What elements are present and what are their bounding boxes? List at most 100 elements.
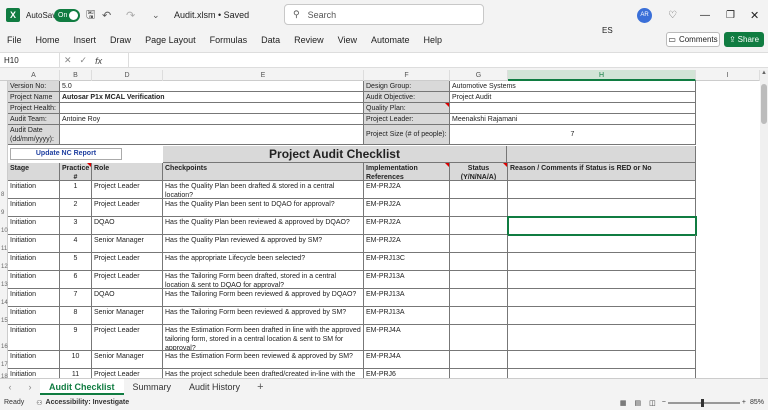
cell-practice[interactable]: 9 [60,325,92,351]
cell-checkpoint[interactable]: Has the Tailoring Form been reviewed & a… [163,289,364,307]
col-header-g[interactable]: G [450,70,508,81]
cell-stage[interactable]: Initiation [8,181,60,199]
page-layout-icon[interactable]: ▤ [635,399,642,407]
cell-reason[interactable] [508,235,696,253]
cell-status[interactable] [450,351,508,369]
cell-stage[interactable]: Initiation [8,307,60,325]
design-group-value[interactable]: Automotive Systems [450,81,696,92]
cell-practice[interactable]: 2 [60,199,92,217]
cell-stage[interactable]: Initiation [8,271,60,289]
row-number[interactable]: 12 [0,264,8,270]
vertical-scrollbar[interactable]: ▲ [760,70,768,378]
col-header-e[interactable]: E [163,70,364,81]
cell-reason[interactable] [508,199,696,217]
cell-practice[interactable]: 4 [60,235,92,253]
audit-team-value[interactable]: Antoine Roy [60,114,364,125]
cell-reason[interactable] [508,271,696,289]
cell-reason[interactable] [508,351,696,369]
tab-summary[interactable]: Summary [124,379,181,395]
cell-checkpoint[interactable]: Has the Tailoring Form been drafted, sto… [163,271,364,289]
cell-reference[interactable]: EM-PRJ2A [364,181,450,199]
cell-practice[interactable]: 6 [60,271,92,289]
minimize-icon[interactable]: — [700,0,710,30]
cell-reason[interactable] [508,181,696,199]
cell-reference[interactable]: EM-PRJ2A [364,199,450,217]
cell-reason[interactable] [508,307,696,325]
autosave-toggle[interactable]: On [54,8,80,22]
close-icon[interactable]: ✕ [750,0,759,30]
cell-stage[interactable]: Initiation [8,217,60,235]
cell-role[interactable]: Project Leader [92,271,163,289]
menu-data[interactable]: Data [254,35,287,45]
redo-icon[interactable]: ↷ [126,0,135,30]
undo-icon[interactable]: ↶ [102,0,111,30]
cell-checkpoint[interactable]: Has the appropriate Lifecycle been selec… [163,253,364,271]
language-indicator[interactable]: ES [602,26,613,35]
cell-stage[interactable]: Initiation [8,253,60,271]
menu-draw[interactable]: Draw [103,35,138,45]
avatar[interactable]: AR [637,7,652,23]
cell-reason[interactable] [508,253,696,271]
row-number[interactable]: 15 [0,318,8,324]
cell-stage[interactable]: Initiation [8,289,60,307]
restore-icon[interactable]: ❐ [726,0,735,30]
cell-checkpoint[interactable]: Has the Tailoring Form been reviewed & a… [163,307,364,325]
project-name-value[interactable]: Autosar P1x MCAL Verification [60,92,364,103]
comments-button[interactable]: ▭ Comments [666,32,720,47]
cell-status[interactable] [450,181,508,199]
scrollbar-thumb[interactable] [761,84,767,124]
cell-reason[interactable] [508,289,696,307]
file-title[interactable]: Audit.xlsm • Saved [174,0,249,30]
cell-practice[interactable]: 7 [60,289,92,307]
formula-input[interactable] [128,53,768,68]
cell-reference[interactable]: EM-PRJ6 [364,369,450,378]
cell-role[interactable]: Senior Manager [92,351,163,369]
cell-reference[interactable]: EM-PRJ4A [364,325,450,351]
row-number[interactable]: 17 [0,362,8,368]
cell-reference[interactable]: EM-PRJ13A [364,307,450,325]
cell-practice[interactable]: 5 [60,253,92,271]
cell-checkpoint[interactable]: Has the Quality Plan reviewed & approved… [163,235,364,253]
cell-practice[interactable]: 3 [60,217,92,235]
update-nc-report-button[interactable]: Update NC Report [10,148,122,160]
size-value[interactable]: 7 [450,125,696,145]
version-value[interactable]: 5.0 [60,81,364,92]
cell-role[interactable]: Project Leader [92,199,163,217]
cell-status[interactable] [450,289,508,307]
cell-status[interactable] [450,271,508,289]
row-number[interactable]: 10 [0,228,8,234]
audit-date-value[interactable] [60,125,364,145]
menu-review[interactable]: Review [287,35,331,45]
cell-checkpoint[interactable]: Has the Quality Plan been drafted & stor… [163,181,364,199]
row-number[interactable]: 11 [0,246,8,252]
accessibility-status[interactable]: Accessibility: Investigate [46,399,130,406]
cell-checkpoint[interactable]: Has the Estimation Form been reviewed & … [163,351,364,369]
next-sheet-icon[interactable]: › [29,382,32,392]
leader-value[interactable]: Meenakshi Rajamani [450,114,696,125]
row-number[interactable]: 13 [0,282,8,288]
menu-page-layout[interactable]: Page Layout [138,35,203,45]
col-header-a[interactable]: A [8,70,60,81]
cell-reference[interactable]: EM-PRJ13C [364,253,450,271]
col-header-f[interactable]: F [364,70,450,81]
cell-role[interactable]: Project Leader [92,181,163,199]
cell-reference[interactable]: EM-PRJ13A [364,271,450,289]
cell-status[interactable] [450,307,508,325]
cell-reference[interactable]: EM-PRJ2A [364,235,450,253]
row-number[interactable]: 14 [0,300,8,306]
menu-automate[interactable]: Automate [364,35,417,45]
cell-checkpoint[interactable]: Has the project schedule been drafted/cr… [163,369,364,378]
page-break-icon[interactable]: ◫ [649,399,656,407]
share-button[interactable]: ⇪ Share [724,32,764,47]
save-icon[interactable]: 🖫 [86,0,95,30]
cell-stage[interactable]: Initiation [8,235,60,253]
cell-status[interactable] [450,199,508,217]
add-sheet-icon[interactable]: + [249,381,271,393]
row-number[interactable]: 16 [0,344,8,350]
prev-sheet-icon[interactable]: ‹ [9,382,12,392]
name-box[interactable]: H10 [0,53,60,68]
tab-audit-history[interactable]: Audit History [180,379,249,395]
col-header-d[interactable]: D [92,70,163,81]
row-number[interactable]: 9 [0,210,8,216]
cell-stage[interactable]: Initiation [8,369,60,378]
